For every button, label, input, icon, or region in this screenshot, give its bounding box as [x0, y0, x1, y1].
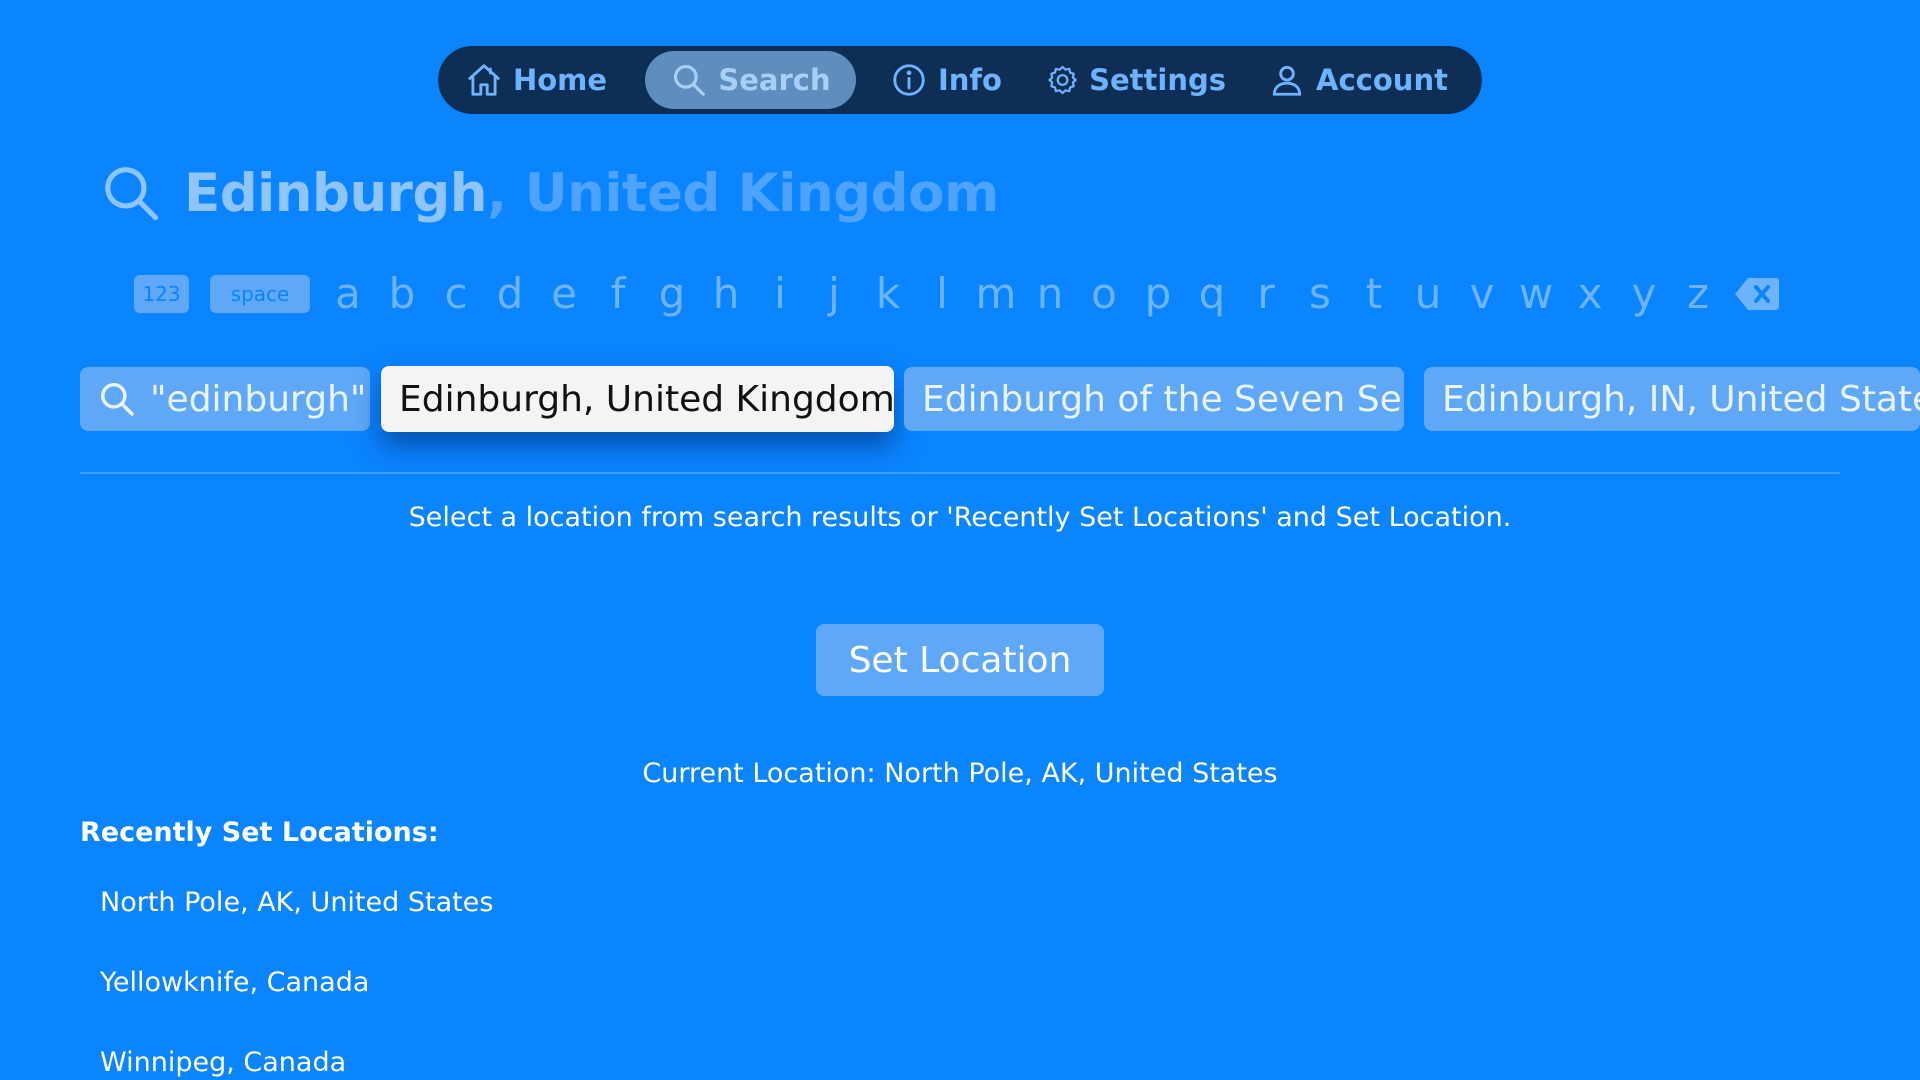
divider: [80, 472, 1840, 474]
keyboard-key-b[interactable]: b: [382, 268, 422, 318]
nav-tab-search[interactable]: Search: [645, 51, 856, 109]
house-icon: [468, 64, 500, 96]
nav-tab-home[interactable]: Home: [460, 51, 612, 109]
set-location-button[interactable]: Set Location: [816, 624, 1104, 696]
result-chip-edinburgh-uk[interactable]: Edinburgh, United Kingdom: [381, 366, 894, 432]
keyboard-key-x[interactable]: x: [1570, 268, 1610, 318]
keyboard-key-d[interactable]: d: [490, 268, 530, 318]
info-circle-icon: [893, 64, 925, 96]
keyboard-numbers-key[interactable]: 123: [134, 275, 189, 313]
keyboard-key-a[interactable]: a: [328, 268, 368, 318]
keyboard-key-g[interactable]: g: [652, 268, 692, 318]
keyboard-key-s[interactable]: s: [1300, 268, 1340, 318]
keyboard-key-j[interactable]: j: [814, 268, 854, 318]
result-query-chip[interactable]: "edinburgh": [80, 367, 370, 431]
nav-tab-account-label: Account: [1316, 63, 1448, 97]
keyboard-key-v[interactable]: v: [1462, 268, 1502, 318]
keyboard-key-n[interactable]: n: [1030, 268, 1070, 318]
person-icon: [1272, 65, 1302, 96]
keyboard-key-r[interactable]: r: [1246, 268, 1286, 318]
nav-tab-info-label: Info: [938, 63, 1002, 97]
recent-locations-heading: Recently Set Locations:: [80, 817, 439, 848]
search-field[interactable]: Edinburgh, United Kingdom: [100, 158, 999, 228]
recent-locations-list: North Pole, AK, United States Yellowknif…: [100, 883, 493, 1080]
keyboard-key-w[interactable]: w: [1516, 268, 1556, 318]
keyboard-key-p[interactable]: p: [1138, 268, 1178, 318]
delete-backspace-icon[interactable]: [1734, 276, 1780, 312]
gear-icon: [1048, 65, 1077, 95]
keyboard-key-e[interactable]: e: [544, 268, 584, 318]
nav-tab-search-label: Search: [718, 63, 831, 97]
keyboard-key-k[interactable]: k: [868, 268, 908, 318]
keyboard-key-i[interactable]: i: [760, 268, 800, 318]
app-screen: Home Search Info Settings Account Edinbu…: [0, 0, 1920, 1080]
keyboard-space-key[interactable]: space: [210, 275, 310, 313]
top-nav-bar: Home Search Info Settings Account: [438, 46, 1482, 114]
search-icon: [101, 383, 134, 416]
on-screen-keyboard: 123 space abcdefghijklmnopqrstuvwxyz: [134, 268, 1784, 318]
keyboard-key-h[interactable]: h: [706, 268, 746, 318]
magnifier-icon: [674, 64, 706, 96]
result-chip-edinburgh-seven-seas[interactable]: Edinburgh of the Seven Seas: [904, 367, 1404, 431]
keyboard-key-y[interactable]: y: [1624, 268, 1664, 318]
recent-location-item[interactable]: Winnipeg, Canada: [100, 1043, 493, 1080]
nav-tab-settings-label: Settings: [1089, 63, 1226, 97]
keyboard-key-u[interactable]: u: [1408, 268, 1448, 318]
keyboard-key-z[interactable]: z: [1678, 268, 1718, 318]
search-text: Edinburgh, United Kingdom: [184, 163, 999, 224]
search-typed-text: Edinburgh: [184, 162, 488, 224]
search-autocomplete-suggestion: , United Kingdom: [487, 162, 999, 224]
keyboard-key-o[interactable]: o: [1084, 268, 1124, 318]
nav-tab-settings[interactable]: Settings: [1046, 51, 1226, 109]
result-chip-edinburgh-in[interactable]: Edinburgh, IN, United States: [1424, 367, 1920, 431]
recent-location-item[interactable]: North Pole, AK, United States: [100, 883, 493, 963]
keyboard-key-t[interactable]: t: [1354, 268, 1394, 318]
nav-tab-info[interactable]: Info: [876, 51, 1016, 109]
keyboard-key-c[interactable]: c: [436, 268, 476, 318]
nav-tab-home-label: Home: [512, 63, 608, 97]
keyboard-key-f[interactable]: f: [598, 268, 638, 318]
keyboard-key-l[interactable]: l: [922, 268, 962, 318]
keyboard-key-m[interactable]: m: [976, 268, 1017, 318]
recent-location-item[interactable]: Yellowknife, Canada: [100, 963, 493, 1043]
instruction-text: Select a location from search results or…: [408, 502, 1512, 533]
result-query-label: "edinburgh": [150, 378, 367, 420]
search-results-row: "edinburgh" Edinburgh, United Kingdom Ed…: [0, 366, 1920, 433]
keyboard-key-q[interactable]: q: [1192, 268, 1232, 318]
current-location-text: Current Location: North Pole, AK, United…: [642, 758, 1278, 789]
nav-tab-account[interactable]: Account: [1268, 51, 1448, 109]
search-icon: [105, 167, 159, 221]
